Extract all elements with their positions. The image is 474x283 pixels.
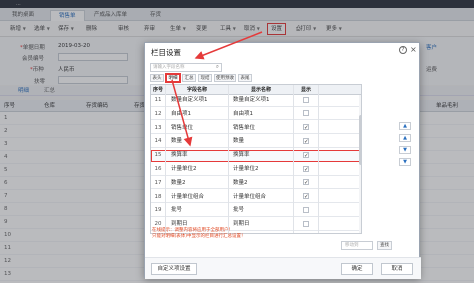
visible-checkbox[interactable] xyxy=(303,178,309,189)
row-field-name: 计量单位2 xyxy=(171,166,197,172)
dialog-tab-header[interactable]: 表头 xyxy=(150,74,164,82)
row-field-name: 数量 xyxy=(171,138,183,145)
row-field-name: 自由项1 xyxy=(171,110,191,117)
search-placeholder: 请输入字段名称 xyxy=(153,65,185,70)
th-visible: 显示 xyxy=(300,87,311,93)
scrollbar-thumb[interactable] xyxy=(359,115,361,165)
row-index: 17 xyxy=(154,179,162,186)
online-tip: 在线提示：调整内容将应用于全部用户！ 只能对明细(表体)中显示的栏目进行汇总设置… xyxy=(152,228,246,240)
move-down-button[interactable]: ▼ xyxy=(399,146,411,154)
row-index: 16 xyxy=(154,166,162,172)
cancel-button[interactable]: 取消 xyxy=(381,263,413,275)
visible-checkbox[interactable] xyxy=(303,206,309,213)
row-field-name: 销售单位 xyxy=(171,124,194,131)
move-up-button[interactable]: ▲ xyxy=(399,134,411,142)
visible-checkbox[interactable] xyxy=(303,192,309,203)
find-button[interactable]: 查找 xyxy=(377,241,392,250)
search-icon[interactable]: ⌕ xyxy=(216,64,219,71)
row-index: 11 xyxy=(154,97,162,103)
row-visible-cell xyxy=(294,219,318,230)
tip-line-2: 只能对明细(表体)中显示的栏目进行汇总设置！ xyxy=(152,234,246,239)
row-display-name: 数量2 xyxy=(233,179,248,186)
row-visible-cell xyxy=(294,123,318,134)
dialog-tab-footer[interactable]: 表尾 xyxy=(238,74,252,82)
row-field-name: 批号 xyxy=(171,207,183,214)
row-display-name: 批号 xyxy=(233,207,245,214)
row-display-name: 销售单位 xyxy=(233,124,256,131)
table-row[interactable]: 16 计量单位2 计量单位2 xyxy=(151,164,361,176)
row-index: 15 xyxy=(154,152,162,159)
row-field-name: 数量自定义项1 xyxy=(171,97,208,103)
row-field-name: 数量2 xyxy=(171,179,186,186)
table-row[interactable]: 13 销售单位 销售单位 xyxy=(151,123,361,135)
visible-checkbox[interactable] xyxy=(303,110,309,117)
row-visible-cell xyxy=(294,205,318,216)
table-scrollbar[interactable] xyxy=(359,95,361,233)
row-display-name: 数量自定义项1 xyxy=(233,97,270,103)
table-row[interactable]: 11 数量自定义项1 数量自定义项1 xyxy=(151,95,361,107)
table-header: 序号 字段名称 显示名称 显示 xyxy=(151,85,361,95)
custom-fields-button[interactable]: 自定义项设置 xyxy=(151,263,197,275)
visible-checkbox[interactable] xyxy=(303,123,309,134)
column-settings-dialog: 栏目设置 ? × 请输入字段名称 ⌕ 表头 明细 汇总 现结 使用预收 表尾 序… xyxy=(144,42,421,279)
table-row[interactable]: 17 数量2 数量2 xyxy=(151,178,361,190)
table-row[interactable]: 12 自由项1 自由项1 xyxy=(151,109,361,121)
row-index: 14 xyxy=(154,138,162,145)
dialog-tab-summary[interactable]: 汇总 xyxy=(182,74,196,82)
row-visible-cell xyxy=(294,136,318,147)
field-search-input[interactable]: 请输入字段名称 ⌕ xyxy=(150,63,222,72)
help-icon[interactable]: ? xyxy=(399,46,407,54)
column-settings-table: 序号 字段名称 显示名称 显示 11 数量自定义项1 数量自定义项1 12 自由项1 自由… xyxy=(150,84,362,234)
row-visible-cell xyxy=(294,109,318,120)
row-visible-cell xyxy=(294,178,318,189)
row-display-name: 自由项1 xyxy=(233,110,253,117)
visible-checkbox[interactable] xyxy=(303,96,309,103)
dialog-tab-cash[interactable]: 现结 xyxy=(198,74,212,82)
visible-checkbox[interactable] xyxy=(303,151,309,161)
dialog-tab-prepaid[interactable]: 使用预收 xyxy=(214,74,236,82)
dialog-title: 栏目设置 xyxy=(151,48,181,57)
row-display-name: 计量单位组合 xyxy=(233,193,267,200)
row-field-name: 换算率 xyxy=(171,152,188,159)
row-field-name: 计量单位组合 xyxy=(171,193,205,200)
ok-button[interactable]: 确定 xyxy=(341,263,373,275)
visible-checkbox[interactable] xyxy=(303,220,309,227)
th-display-name: 显示名称 xyxy=(250,87,271,93)
dialog-footer: 自定义项设置 确定 取消 xyxy=(145,257,421,279)
row-visible-cell xyxy=(294,95,318,106)
table-row[interactable]: 18 计量单位组合 计量单位组合 xyxy=(151,192,361,204)
visible-checkbox[interactable] xyxy=(303,137,309,147)
row-display-name: 计量单位2 xyxy=(233,166,259,172)
table-row[interactable]: 19 批号 批号 xyxy=(151,205,361,217)
row-display-name: 换算率 xyxy=(233,152,250,159)
row-index: 19 xyxy=(154,207,162,214)
row-display-name: 数量 xyxy=(233,138,245,145)
close-icon[interactable]: × xyxy=(410,45,417,54)
move-bottom-button[interactable]: ▼ xyxy=(399,158,411,166)
th-index: 序号 xyxy=(152,87,163,93)
table-row[interactable]: 15 换算率 换算率 xyxy=(151,150,361,162)
move-top-button[interactable]: ▲ xyxy=(399,122,411,130)
row-visible-cell xyxy=(294,164,318,175)
row-visible-cell xyxy=(294,150,318,161)
dialog-tab-detail[interactable]: 明细 xyxy=(165,73,181,83)
move-to-input[interactable]: 移动到 xyxy=(341,241,373,250)
row-index: 13 xyxy=(154,124,162,131)
visible-checkbox[interactable] xyxy=(303,165,309,175)
row-index: 18 xyxy=(154,193,162,200)
row-index: 12 xyxy=(154,110,162,117)
th-field-name: 字段名称 xyxy=(186,87,207,93)
table-row[interactable]: 14 数量 数量 xyxy=(151,136,361,148)
row-visible-cell xyxy=(294,192,318,203)
